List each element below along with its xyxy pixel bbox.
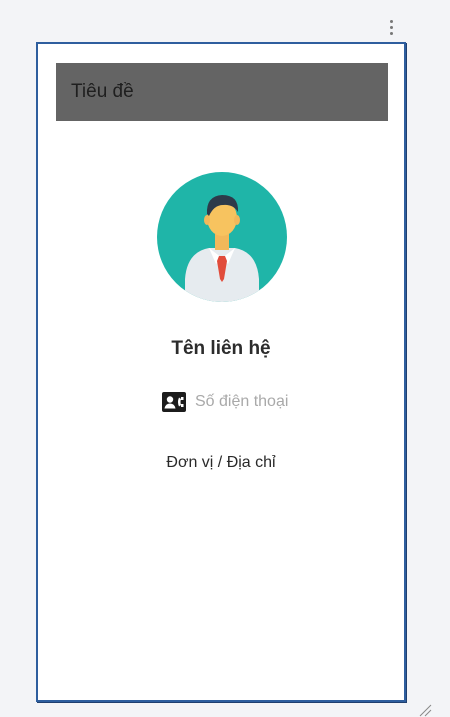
- person-avatar-icon: [157, 172, 287, 302]
- page-title: Tiêu đề: [71, 81, 134, 102]
- menu-dot: [389, 31, 393, 35]
- menu-dot: [389, 19, 393, 23]
- app-screen: Tiêu đề Tên liên hệ Số điện thoại Đơn vị…: [0, 0, 450, 717]
- title-bar: Tiêu đề: [56, 63, 388, 121]
- contact-window: Tiêu đề Tên liên hệ Số điện thoại Đơn vị…: [36, 42, 406, 702]
- contact-name: Tên liên hệ: [171, 338, 271, 359]
- contact-card-icon: [162, 392, 186, 412]
- more-vert-icon[interactable]: [383, 16, 399, 38]
- resize-grip-icon[interactable]: [418, 703, 432, 717]
- phone-row: [162, 388, 345, 416]
- menu-dot: [389, 25, 393, 29]
- phone-number-input[interactable]: [195, 393, 345, 411]
- address-text: Đơn vị / Địa chỉ: [166, 454, 276, 471]
